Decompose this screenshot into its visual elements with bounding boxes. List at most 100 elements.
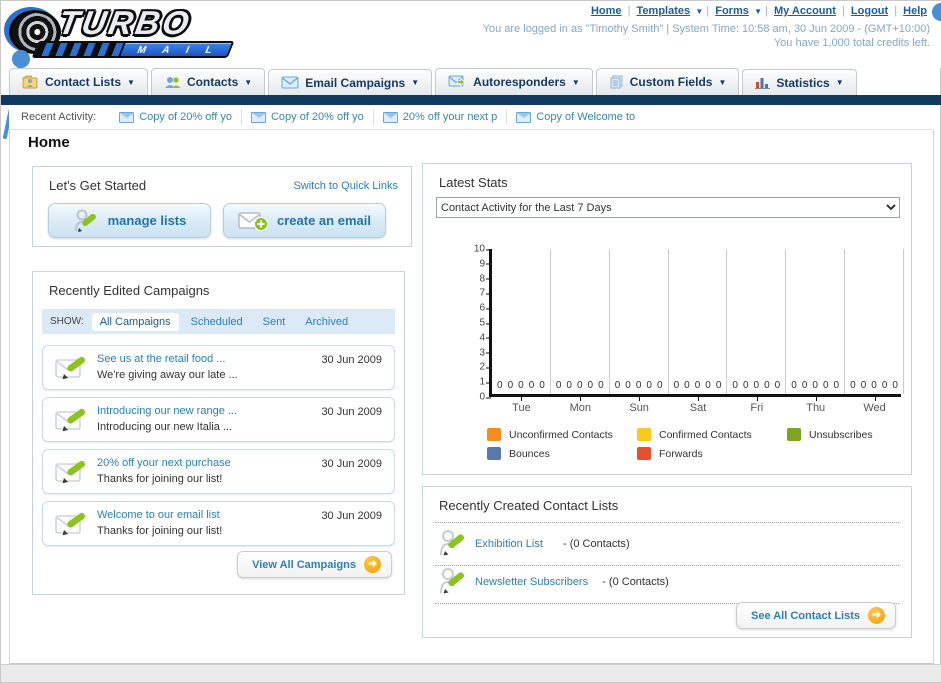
tab-custom-fields[interactable]: Custom Fields ▼ — [595, 68, 740, 95]
tab-label: Contact Lists — [45, 75, 122, 89]
legend-swatch — [487, 447, 501, 460]
envelope-icon — [119, 111, 135, 123]
legend-item: Confirmed Contacts — [637, 428, 787, 441]
see-all-contact-lists-button[interactable]: See All Contact Lists ➜ — [735, 602, 896, 629]
chart-day-group: 00000 — [786, 249, 846, 394]
statistics-icon — [755, 76, 771, 89]
recent-activity-link[interactable]: Copy of 20% off yo — [139, 111, 232, 123]
chevron-down-icon: ▼ — [411, 78, 420, 87]
contact-list-link[interactable]: Exhibition List — [475, 538, 543, 550]
chevron-down-icon: ▼ — [571, 77, 580, 87]
header-link-home[interactable]: Home — [591, 5, 622, 17]
header: TURBO E M A I L Home | Templates ▼ | For… — [1, 1, 941, 68]
person-pencil-icon — [439, 529, 465, 557]
chart-day-group: 00000 — [845, 249, 904, 394]
header-link-my-account[interactable]: My Account — [774, 5, 836, 17]
tab-contacts[interactable]: Contacts ▼ — [150, 68, 266, 95]
header-link-help[interactable]: Help — [903, 5, 927, 17]
tab-autoresponders[interactable]: Autoresponders ▼ — [435, 68, 593, 95]
get-started-panel: Let's Get Started Switch to Quick Links … — [32, 166, 412, 247]
legend-label: Unsubscribes — [809, 428, 873, 441]
contact-list-count: - (0 Contacts) — [602, 576, 669, 588]
y-axis-tick-label: 2 — [479, 362, 492, 373]
envelope-pencil-icon — [54, 511, 86, 537]
x-axis-label: Tue — [512, 402, 531, 414]
contact-list-link[interactable]: Newsletter Subscribers — [475, 576, 588, 588]
zero-value-labels: 00000 — [850, 380, 898, 391]
annotation-dot — [932, 3, 941, 21]
x-axis-label: Sat — [689, 402, 707, 414]
recent-activity-item: Copy of 20% off yo — [110, 109, 242, 125]
logo-wordmark: TURBO — [55, 4, 195, 41]
contact-list-count: - (0 Contacts) — [563, 538, 630, 550]
zero-value-labels: 00000 — [555, 380, 604, 391]
filter-tab-all-campaigns[interactable]: All Campaigns — [91, 312, 179, 331]
campaign-date: 30 Jun 2009 — [321, 510, 382, 522]
switch-to-quick-links-link[interactable]: Switch to Quick Links — [293, 180, 398, 192]
create-email-label: create an email — [277, 213, 371, 228]
create-an-email-button[interactable]: create an email — [223, 203, 386, 238]
recent-activity-link[interactable]: Copy of 20% off yo — [271, 111, 364, 123]
arrow-right-icon: ➜ — [364, 556, 381, 573]
header-link-logout[interactable]: Logout — [851, 5, 888, 17]
page-title: Home — [28, 134, 70, 151]
recent-activity-link[interactable]: 20% off your next p — [403, 111, 498, 123]
chevron-down-icon: ▼ — [751, 7, 762, 16]
y-axis-tick-label: 6 — [479, 303, 492, 314]
recent-activity-bar: Recent Activity: Copy of 20% off yo Copy … — [9, 105, 932, 130]
view-all-campaigns-button[interactable]: View All Campaigns ➜ — [237, 551, 392, 578]
stats-period-select[interactable]: Contact Activity for the Last 7 Days — [436, 197, 900, 218]
envelope-icon — [382, 111, 398, 123]
navy-divider-bar — [1, 95, 941, 105]
link-separator: | — [624, 5, 634, 17]
tab-contact-lists[interactable]: Contact Lists ▼ — [9, 68, 148, 95]
recent-activity-link[interactable]: Copy of Welcome to — [536, 111, 635, 123]
tab-email-campaigns[interactable]: Email Campaigns ▼ — [268, 68, 433, 96]
show-label: SHOW: — [50, 316, 84, 327]
recent-campaigns-title: Recently Edited Campaigns — [49, 283, 210, 298]
contact-activity-chart: 0 1 2 3 4 5 6 7 8 9 10 0 0 0 0 0 Tue 0 0 0 0 0 Mon 0 0 0 0 0 Sun 0 0 0 0… — [474, 244, 904, 414]
header-link-forms[interactable]: Forms — [715, 5, 749, 17]
y-axis-tick-label: 5 — [479, 318, 492, 329]
filter-tab-sent[interactable]: Sent — [255, 313, 294, 331]
contact-lists-title: Recently Created Contact Lists — [439, 498, 619, 513]
contact-lists-panel: Recently Created Contact Lists Exhibitio… — [422, 486, 912, 638]
zero-value-labels: 00000 — [614, 380, 663, 391]
envelope-pencil-icon — [54, 355, 86, 381]
custom-fields-icon — [609, 75, 624, 89]
zero-value-labels: 00000 — [791, 380, 840, 391]
tab-label: Autoresponders — [473, 75, 566, 89]
tab-statistics[interactable]: Statistics ▼ — [742, 68, 857, 96]
tab-label: Custom Fields — [629, 75, 713, 89]
legend-swatch — [637, 447, 651, 460]
campaign-title-link[interactable]: 20% off your next purchase — [97, 457, 231, 469]
turbo-email-home-page: { "header": { "logo": { "line1": "TURBO"… — [0, 0, 941, 683]
x-axis-tick — [756, 397, 758, 401]
link-separator: | — [838, 5, 848, 17]
campaign-title-link[interactable]: See us at the retail food ... — [97, 353, 225, 365]
recent-activity-item: 20% off your next p — [374, 109, 508, 125]
chevron-down-icon: ▼ — [835, 78, 844, 87]
legend-label: Bounces — [509, 447, 550, 460]
x-axis-label: Sun — [629, 402, 649, 414]
turbo-email-logo: TURBO E M A I L — [7, 4, 237, 64]
manage-lists-button[interactable]: manage lists — [48, 203, 211, 238]
y-axis-tick-label: 9 — [479, 258, 492, 269]
x-axis-label: Wed — [863, 402, 886, 414]
dotted-divider — [435, 522, 899, 523]
recent-activity-item: Copy of Welcome to — [507, 109, 644, 125]
campaign-subtitle: We're giving away our late ... — [97, 369, 238, 381]
header-links: Home | Templates ▼ | Forms ▼ | My Accoun… — [588, 5, 930, 17]
campaign-date: 30 Jun 2009 — [321, 406, 382, 418]
campaign-title-link[interactable]: Introducing our new range ... — [97, 405, 237, 417]
campaign-card: Welcome to our email list Thanks for join… — [42, 501, 395, 546]
filter-tab-archived[interactable]: Archived — [297, 313, 356, 331]
dotted-divider — [435, 565, 899, 566]
chart-day-group: 00000 — [727, 249, 787, 394]
campaign-title-link[interactable]: Welcome to our email list — [97, 509, 220, 521]
header-link-templates[interactable]: Templates — [637, 5, 691, 17]
filter-tab-scheduled[interactable]: Scheduled — [183, 313, 251, 331]
contacts-icon — [164, 75, 181, 89]
campaign-filter-bar: SHOW: All Campaigns Scheduled Sent Archived — [42, 309, 395, 334]
arrow-right-icon: ➜ — [868, 607, 885, 624]
